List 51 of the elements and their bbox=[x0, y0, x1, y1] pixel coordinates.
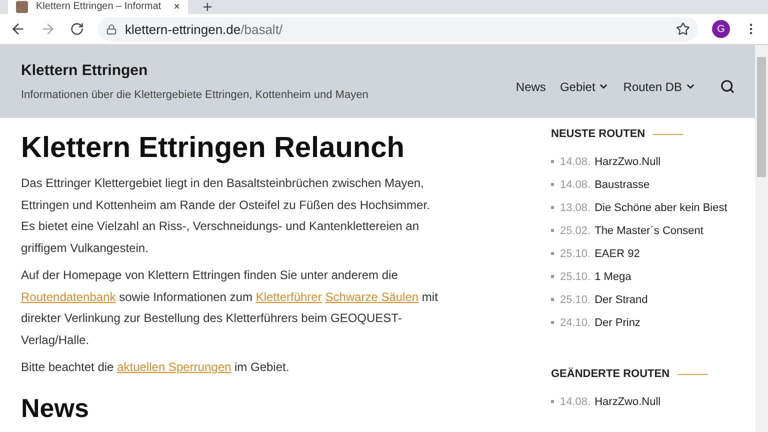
nav-link[interactable]: Routen DB bbox=[623, 80, 696, 94]
site-tagline: Informationen über die Klettergebiete Ettringen, Kottenheim und Mayen bbox=[21, 89, 368, 101]
route-date: 14.08. bbox=[560, 178, 591, 190]
route-date: 25.10. bbox=[560, 270, 591, 282]
route-link[interactable]: Der Prinz bbox=[594, 316, 640, 328]
bullet-icon bbox=[551, 321, 554, 324]
bullet-icon bbox=[551, 206, 554, 209]
route-link[interactable]: 1 Mega bbox=[594, 270, 632, 282]
lock-icon bbox=[106, 24, 117, 34]
route-link[interactable]: Baustrasse bbox=[594, 178, 650, 190]
route-date: 25.02. bbox=[560, 224, 591, 236]
route-date: 14.08. bbox=[560, 156, 591, 168]
profile-avatar[interactable]: G bbox=[712, 20, 730, 38]
tab-close-button[interactable]: × bbox=[174, 1, 180, 13]
bookmark-star-icon[interactable] bbox=[676, 22, 690, 36]
route-link[interactable]: The Master´s Consent bbox=[594, 224, 704, 236]
nav-link[interactable]: News bbox=[516, 80, 546, 94]
favicon-icon bbox=[16, 1, 28, 13]
site-title[interactable]: Klettern Ettringen bbox=[21, 62, 368, 79]
bullet-icon bbox=[551, 252, 554, 255]
route-link[interactable]: HarzZwo.Null bbox=[594, 396, 661, 408]
bullet-icon bbox=[551, 160, 554, 163]
bullet-icon bbox=[551, 298, 554, 301]
search-icon[interactable] bbox=[720, 79, 735, 94]
widget-title: GEÄNDERTE ROUTEN bbox=[551, 368, 670, 380]
bullet-icon bbox=[551, 400, 554, 403]
route-date: 24.10. bbox=[560, 316, 591, 328]
section-heading: News bbox=[21, 392, 90, 424]
route-link[interactable]: Der Strand bbox=[594, 294, 648, 306]
new-tab-button[interactable]: + bbox=[194, 1, 221, 14]
paragraph: Das Ettringer Klettergebiet liegt in den Basaltsteinbrüchen zwischen Mayen, Ettringen und Kottenheim am Rande der Osteifel zu Füßen des Hochsimmer. Es bietet eine Vielzahl an Riss-, Verschneidungs- und Kantenklettereien an griffigem Vulkangestein. bbox=[21, 175, 431, 256]
bullet-icon bbox=[551, 229, 554, 232]
url-text: klettern-ettringen.de/basalt/ bbox=[125, 22, 283, 36]
paragraph: Auf der Homepage von Klettern Ettringen finden Sie unter anderem die Routendatenbank sowie Informationen zum Kletterführer Schwarze Säulen mit direkter Verlinkung zur Bestellung des Kletterführers beim GEOQUEST-Verlag/Halle. bbox=[21, 267, 439, 348]
paragraph: Bitte beachtet die aktuellen Sperrungen im Gebiet. bbox=[21, 359, 290, 376]
route-link[interactable]: Die Schöne aber kein Biest bbox=[594, 202, 728, 214]
widget-title: NEUSTE ROUTEN bbox=[551, 128, 646, 140]
browser-tab[interactable]: Klettern Ettringen – Informat × bbox=[8, 0, 188, 14]
route-link[interactable]: HarzZwo.Null bbox=[594, 156, 661, 168]
route-date: 25.10. bbox=[560, 294, 591, 306]
address-bar[interactable]: klettern-ettringen.de/basalt/ bbox=[98, 17, 698, 41]
route-link[interactable]: EAER 92 bbox=[594, 248, 640, 260]
bullet-icon bbox=[551, 183, 554, 186]
nav-link[interactable]: Gebiet bbox=[560, 80, 610, 94]
article-title: Klettern Ettringen Relaunch bbox=[21, 132, 406, 165]
route-date: 13.08. bbox=[560, 202, 591, 214]
back-icon[interactable] bbox=[10, 21, 26, 37]
route-date: 14.08. bbox=[560, 396, 591, 408]
route-date: 25.10. bbox=[560, 248, 591, 260]
bullet-icon bbox=[551, 275, 554, 278]
reload-icon[interactable] bbox=[70, 22, 84, 36]
